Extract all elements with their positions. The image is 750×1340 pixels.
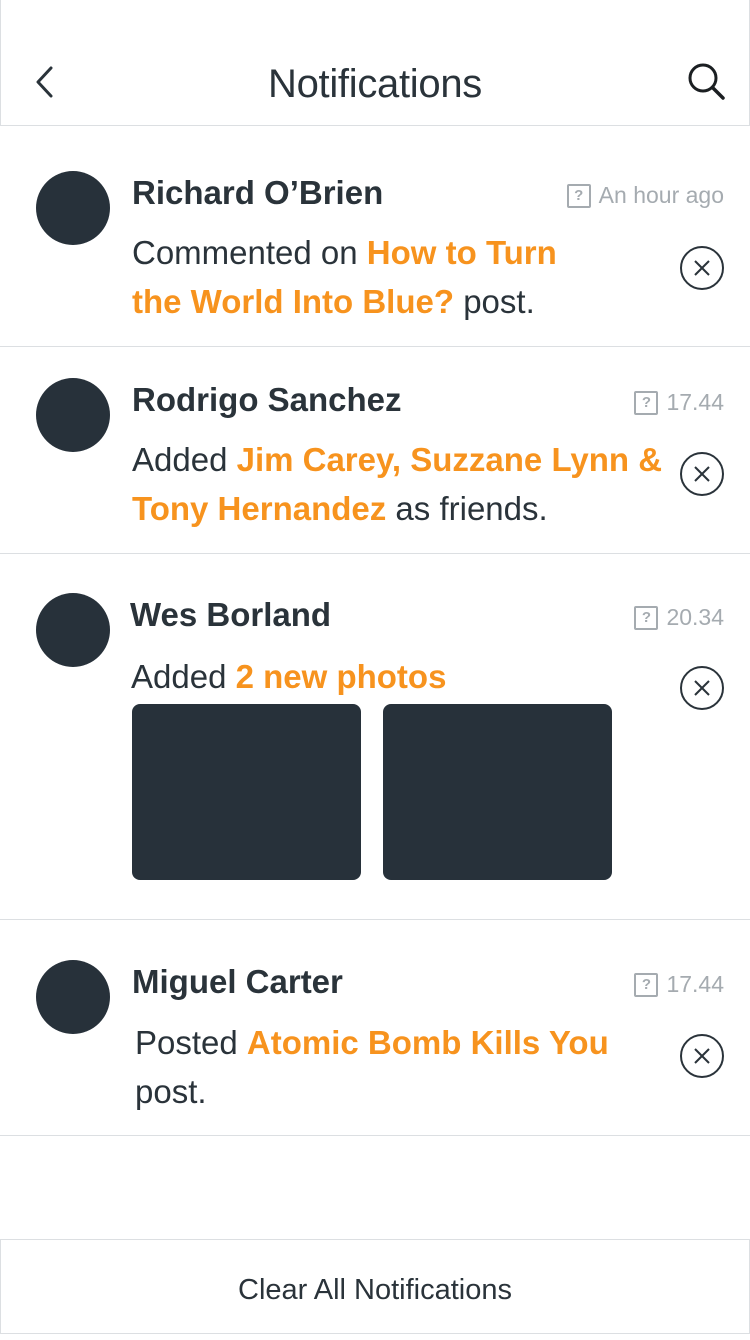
dismiss-button[interactable] <box>680 246 724 290</box>
notification-sender[interactable]: Miguel Carter <box>132 963 343 1001</box>
notification-suffix: post. <box>135 1073 207 1110</box>
search-button[interactable] <box>685 60 729 104</box>
notification-text: Added 2 new photos <box>131 652 671 701</box>
notification-time: ? 20.34 <box>634 604 724 631</box>
notification-prefix: Added <box>132 441 237 478</box>
question-box-icon: ? <box>566 183 591 208</box>
notification-link[interactable]: Atomic Bomb Kills You <box>247 1024 609 1061</box>
notification-time: ? 17.44 <box>634 971 724 998</box>
top-bar: Notifications <box>0 0 750 126</box>
search-icon <box>688 63 725 100</box>
avatar[interactable] <box>36 171 110 245</box>
dismiss-button[interactable] <box>680 452 724 496</box>
dismiss-button[interactable] <box>680 666 724 710</box>
notification-sender[interactable]: Richard O’Brien <box>132 174 383 212</box>
notification-item: Miguel Carter ? 17.44 Posted Atomic Bomb… <box>0 920 750 1136</box>
page-title: Notifications <box>268 62 482 106</box>
question-box-icon: ? <box>634 972 659 997</box>
notification-item: Rodrigo Sanchez ? 17.44 Added Jim Carey,… <box>0 347 750 554</box>
notification-sender[interactable]: Rodrigo Sanchez <box>132 381 402 419</box>
dismiss-button[interactable] <box>680 1034 724 1078</box>
close-icon <box>694 680 710 696</box>
notification-suffix: as friends. <box>386 490 548 527</box>
notification-time-text: An hour ago <box>598 182 724 208</box>
close-icon <box>694 1048 710 1064</box>
photo-thumbnail[interactable] <box>132 704 361 880</box>
avatar[interactable] <box>36 593 110 667</box>
notification-time-text: 20.34 <box>666 604 724 630</box>
notification-time-text: 17.44 <box>666 971 724 997</box>
close-icon <box>694 260 710 276</box>
notification-sender[interactable]: Wes Borland <box>130 596 331 634</box>
notification-link[interactable]: 2 new photos <box>236 658 447 695</box>
close-icon <box>694 466 710 482</box>
question-box-icon: ? <box>634 605 659 630</box>
notification-time: ? 17.44 <box>634 389 724 416</box>
clear-all-button[interactable]: Clear All Notifications <box>0 1239 750 1334</box>
notification-prefix: Added <box>131 658 236 695</box>
notification-prefix: Commented on <box>132 234 367 271</box>
notification-suffix: post. <box>454 283 535 320</box>
notification-item: Richard O’Brien ? An hour ago Commented … <box>0 126 750 347</box>
notification-time-text: 17.44 <box>666 389 724 415</box>
notification-item: Wes Borland ? 20.34 Added 2 new photos <box>0 554 750 920</box>
avatar[interactable] <box>36 378 110 452</box>
question-box-icon: ? <box>634 390 659 415</box>
notification-text: Posted Atomic Bomb Kills You post. <box>135 1018 655 1116</box>
notification-prefix: Posted <box>135 1024 247 1061</box>
notification-text: Commented on How to Turn the World Into … <box>132 228 612 326</box>
notification-time: ? An hour ago <box>566 182 724 209</box>
photo-thumbnail[interactable] <box>383 704 612 880</box>
notification-text: Added Jim Carey, Suzzane Lynn & Tony Her… <box>132 435 677 533</box>
avatar[interactable] <box>36 960 110 1034</box>
